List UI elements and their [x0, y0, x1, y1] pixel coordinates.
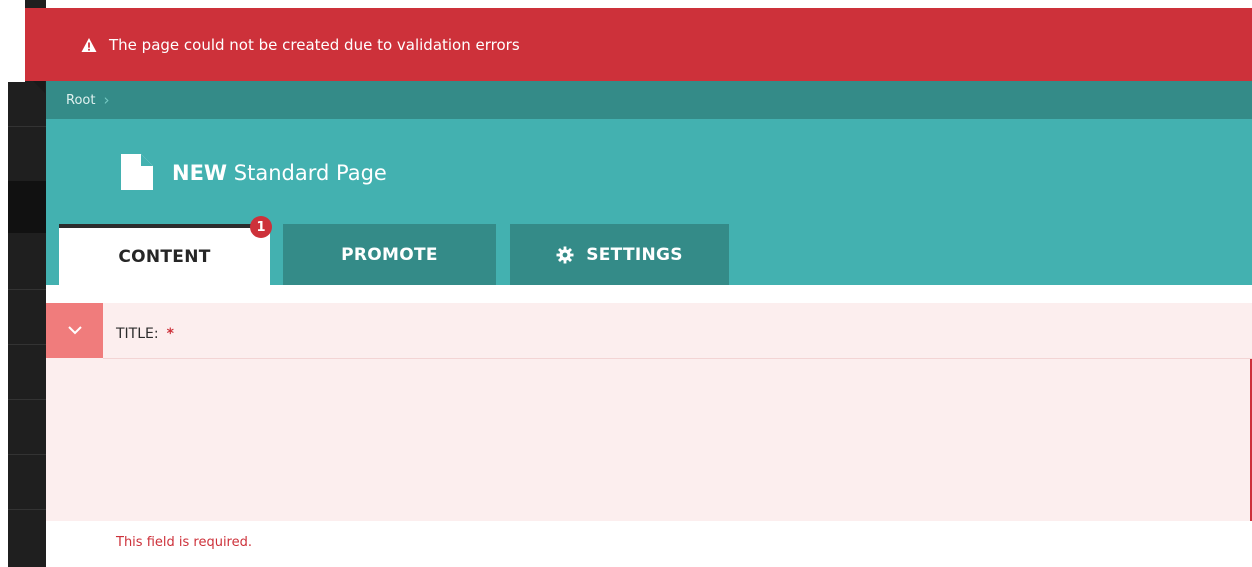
title-field-label: TITLE: *: [116, 326, 174, 342]
error-count-badge: 1: [250, 216, 272, 238]
warning-icon: [81, 37, 97, 52]
breadcrumb: Root ›: [46, 81, 1252, 119]
chevron-down-icon: [67, 326, 82, 335]
chevron-right-icon: ›: [103, 91, 110, 109]
error-banner: The page could not be created due to val…: [25, 8, 1252, 81]
page-title: NEW Standard Page: [172, 161, 387, 185]
collapse-toggle[interactable]: [46, 303, 103, 358]
tab-promote-label: PROMOTE: [341, 244, 438, 265]
tab-settings[interactable]: SETTINGS: [510, 224, 729, 285]
page-header: NEW Standard Page CONTENT 1 PROMOTE SETT…: [46, 119, 1252, 285]
title-input[interactable]: [103, 359, 1252, 521]
tab-settings-label: SETTINGS: [586, 244, 683, 265]
required-marker: *: [166, 326, 174, 342]
tab-content[interactable]: CONTENT: [59, 224, 270, 285]
breadcrumb-item-root[interactable]: Root: [66, 93, 95, 108]
title-field-panel: TITLE: *: [46, 303, 1252, 521]
tab-content-label: CONTENT: [118, 246, 211, 267]
document-icon: [121, 154, 153, 190]
error-banner-message: The page could not be created due to val…: [109, 35, 520, 54]
gear-icon: [556, 246, 574, 263]
tab-promote[interactable]: PROMOTE: [283, 224, 496, 285]
field-error-message: This field is required.: [116, 535, 252, 550]
